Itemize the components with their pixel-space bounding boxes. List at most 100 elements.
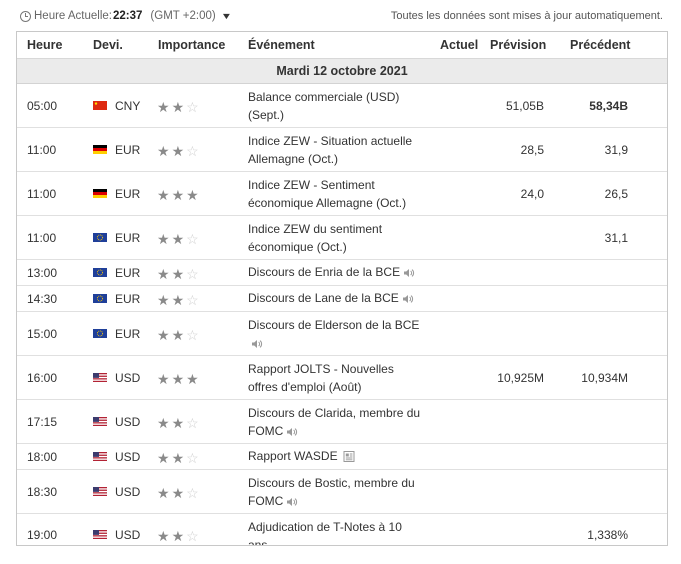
star-icon: ☆ bbox=[186, 292, 199, 308]
event-title-link[interactable]: Indice ZEW - Situation actuelle Allemagn… bbox=[248, 132, 426, 168]
star-icon: ★ bbox=[157, 415, 170, 431]
table-row[interactable]: 18:00 USD ★ ★ ☆ Rapport WASDE bbox=[17, 444, 667, 470]
importance-rating: ★ ★ ★ bbox=[157, 372, 201, 386]
star-icon: ★ bbox=[171, 292, 185, 308]
importance-rating: ★ ★ ☆ bbox=[157, 232, 201, 246]
auto-update-notice: Toutes les données sont mises à jour aut… bbox=[390, 10, 663, 22]
event-title-link[interactable]: Discours de Lane de la BCE bbox=[248, 289, 426, 307]
event-currency: USD bbox=[115, 450, 141, 464]
col-header-event: Événement bbox=[248, 38, 315, 52]
star-icon: ★ bbox=[171, 327, 185, 343]
table-row[interactable]: 11:00 EUR ★ ★ ★ Indice ZEW - Sentiment économ… bbox=[17, 172, 667, 216]
table-row[interactable]: 18:30 USD ★ ★ ☆ Discours de Bostic, membre du… bbox=[17, 470, 667, 514]
table-row[interactable]: 11:00 EUR ★ ★ ☆ Indice ZEW du sentiment écono… bbox=[17, 216, 667, 260]
event-previous: 26,5 bbox=[604, 187, 628, 201]
star-icon: ☆ bbox=[186, 450, 199, 466]
event-title-link[interactable]: Rapport WASDE bbox=[248, 447, 426, 465]
star-icon: ★ bbox=[157, 99, 170, 115]
event-previous: 31,1 bbox=[604, 231, 628, 245]
event-time: 18:00 bbox=[27, 450, 58, 464]
table-row[interactable]: 17:15 USD ★ ★ ☆ Discours de Clarida, membre d… bbox=[17, 400, 667, 444]
de-flag-icon bbox=[93, 189, 107, 198]
event-time: 17:15 bbox=[27, 415, 58, 429]
star-icon: ★ bbox=[171, 415, 185, 431]
table-row[interactable]: 16:00 USD ★ ★ ★ Rapport JOLTS - Nouvelles off… bbox=[17, 356, 667, 400]
timezone-label: (GMT +2:00) bbox=[150, 10, 216, 22]
current-time-label: Heure Actuelle: bbox=[34, 10, 112, 22]
event-title-link[interactable]: Discours de Bostic, membre du FOMC bbox=[248, 474, 426, 510]
event-title-link[interactable]: Discours de Clarida, membre du FOMC bbox=[248, 404, 426, 440]
event-title: Adjudication de T-Notes à 10 ans bbox=[248, 520, 402, 546]
chevron-down-icon[interactable]: ▼ bbox=[220, 11, 232, 21]
star-icon: ☆ bbox=[186, 143, 199, 159]
event-time: 11:00 bbox=[27, 231, 57, 245]
event-forecast: 28,5 bbox=[520, 143, 544, 157]
event-title-link[interactable]: Discours de Enria de la BCE bbox=[248, 263, 426, 281]
star-icon: ★ bbox=[157, 143, 170, 159]
document-icon bbox=[338, 449, 355, 463]
event-currency: EUR bbox=[115, 327, 141, 341]
event-title: Discours de Lane de la BCE bbox=[248, 291, 399, 305]
table-row[interactable]: 14:30 EUR ★ ★ ☆ Discours de Lane de la BCE bbox=[17, 286, 667, 312]
col-header-forecast: Prévision bbox=[490, 38, 547, 52]
event-title-link[interactable]: Balance commerciale (USD) (Sept.) bbox=[248, 88, 408, 124]
event-title-link[interactable]: Indice ZEW du sentiment économique (Oct.… bbox=[248, 220, 426, 256]
event-title-link[interactable]: Indice ZEW - Sentiment économique Allema… bbox=[248, 176, 426, 212]
event-previous: 1,338% bbox=[587, 528, 628, 542]
current-time-selector[interactable]: Heure Actuelle: 22:37 (GMT +2:00) ▼ bbox=[20, 10, 232, 22]
star-icon: ★ bbox=[157, 371, 170, 387]
table-row[interactable]: 05:00 CNY ★ ★ ☆ Balance commerciale (USD) (Se… bbox=[17, 84, 667, 128]
importance-rating: ★ ★ ★ bbox=[157, 188, 201, 202]
star-icon: ★ bbox=[171, 143, 185, 159]
star-icon: ☆ bbox=[186, 266, 199, 282]
star-icon: ☆ bbox=[186, 415, 199, 431]
star-icon: ★ bbox=[171, 485, 185, 501]
event-list: 05:00 CNY ★ ★ ☆ Balance commerciale (USD) (Se… bbox=[17, 84, 667, 546]
event-title-link[interactable]: Rapport JOLTS - Nouvelles offres d'emplo… bbox=[248, 360, 426, 396]
star-icon: ★ bbox=[157, 485, 170, 501]
event-currency: EUR bbox=[115, 143, 141, 157]
star-icon: ★ bbox=[186, 371, 199, 387]
event-title-link[interactable]: Adjudication de T-Notes à 10 ans bbox=[248, 518, 413, 546]
table-row[interactable]: 15:00 EUR ★ ★ ☆ Discours de Elderson de la BC… bbox=[17, 312, 667, 356]
star-icon: ★ bbox=[157, 231, 170, 247]
eu-flag-icon bbox=[93, 294, 107, 303]
event-time: 05:00 bbox=[27, 99, 58, 113]
top-bar: Heure Actuelle: 22:37 (GMT +2:00) ▼ Tout… bbox=[20, 8, 668, 26]
event-title-link[interactable]: Discours de Elderson de la BCE bbox=[248, 316, 426, 352]
importance-rating: ★ ★ ☆ bbox=[157, 328, 201, 342]
col-header-previous: Précédent bbox=[570, 38, 631, 52]
importance-rating: ★ ★ ☆ bbox=[157, 267, 201, 281]
us-flag-icon bbox=[93, 417, 107, 426]
speaker-icon bbox=[400, 265, 415, 279]
speaker-icon bbox=[283, 494, 298, 508]
table-row[interactable]: 11:00 EUR ★ ★ ☆ Indice ZEW - Situation actuel… bbox=[17, 128, 667, 172]
star-icon: ★ bbox=[157, 528, 170, 544]
event-time: 11:00 bbox=[27, 187, 57, 201]
importance-rating: ★ ★ ☆ bbox=[157, 416, 201, 430]
star-icon: ★ bbox=[171, 187, 185, 203]
col-header-currency: Devi. bbox=[93, 38, 123, 52]
table-row[interactable]: 13:00 EUR ★ ★ ☆ Discours de Enria de la BCE bbox=[17, 260, 667, 286]
event-currency: USD bbox=[115, 485, 141, 499]
event-title: Indice ZEW - Situation actuelle Allemagn… bbox=[248, 134, 413, 166]
event-previous: 31,9 bbox=[604, 143, 628, 157]
event-title: Discours de Enria de la BCE bbox=[248, 265, 401, 279]
event-title: Rapport WASDE bbox=[248, 449, 338, 463]
star-icon: ★ bbox=[157, 450, 170, 466]
importance-rating: ★ ★ ☆ bbox=[157, 486, 201, 500]
star-icon: ☆ bbox=[186, 528, 199, 544]
col-header-importance: Importance bbox=[158, 38, 226, 52]
table-row[interactable]: 19:00 USD ★ ★ ☆ Adjudication de T-Notes à 10 … bbox=[17, 514, 667, 546]
star-icon: ★ bbox=[157, 266, 170, 282]
speaker-icon bbox=[248, 336, 263, 350]
event-title: Indice ZEW du sentiment économique (Oct.… bbox=[248, 222, 383, 254]
current-time-value: 22:37 bbox=[113, 10, 143, 22]
star-icon: ☆ bbox=[186, 327, 199, 343]
event-title: Discours de Elderson de la BCE bbox=[248, 318, 420, 332]
economic-calendar-table: Heure Devi. Importance Événement Actuel … bbox=[16, 31, 668, 546]
eu-flag-icon bbox=[93, 233, 107, 242]
speaker-icon bbox=[399, 291, 414, 305]
event-time: 19:00 bbox=[27, 528, 58, 542]
col-header-time: Heure bbox=[27, 38, 63, 52]
